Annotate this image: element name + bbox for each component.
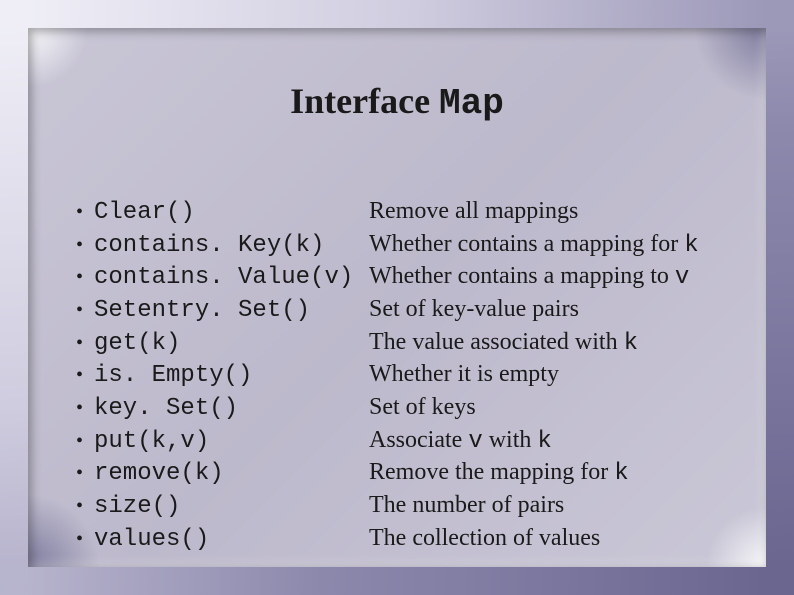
method-name: remove(k)	[94, 458, 369, 490]
list-item: • remove(k) Remove the mapping for k	[76, 457, 736, 490]
bullet-icon: •	[76, 362, 94, 388]
method-desc: Remove all mappings	[369, 196, 736, 229]
bullet-icon: •	[76, 526, 94, 552]
title-prefix: Interface	[290, 81, 439, 121]
bullet-icon: •	[76, 199, 94, 225]
method-desc: Whether it is empty	[369, 359, 736, 392]
method-name: Setentry. Set()	[94, 295, 369, 327]
title-mono: Map	[439, 83, 504, 124]
slide: Interface Map • Clear() Remove all mappi…	[0, 0, 794, 595]
method-name: key. Set()	[94, 393, 369, 425]
method-desc: Whether contains a mapping for k	[369, 229, 736, 262]
method-name: contains. Key(k)	[94, 230, 369, 262]
bullet-icon: •	[76, 297, 94, 323]
list-item: • is. Empty() Whether it is empty	[76, 359, 736, 392]
method-desc: Set of key-value pairs	[369, 294, 736, 327]
list-item: • contains. Key(k) Whether contains a ma…	[76, 229, 736, 262]
method-desc: Whether contains a mapping to v	[369, 261, 736, 294]
method-name: is. Empty()	[94, 360, 369, 392]
method-name: Clear()	[94, 197, 369, 229]
method-name: put(k,v)	[94, 426, 369, 458]
method-name: size()	[94, 491, 369, 523]
bullet-icon: •	[76, 330, 94, 356]
list-item: • size() The number of pairs	[76, 490, 736, 523]
list-item: • Setentry. Set() Set of key-value pairs	[76, 294, 736, 327]
method-desc: The collection of values	[369, 523, 736, 556]
list-item: • key. Set() Set of keys	[76, 392, 736, 425]
bullet-icon: •	[76, 460, 94, 486]
method-desc: The number of pairs	[369, 490, 736, 523]
method-desc: The value associated with k	[369, 327, 736, 360]
method-name: values()	[94, 524, 369, 556]
method-desc: Set of keys	[369, 392, 736, 425]
list-item: • get(k) The value associated with k	[76, 327, 736, 360]
method-name: contains. Value(v)	[94, 262, 369, 294]
method-desc: Remove the mapping for k	[369, 457, 736, 490]
method-list: • Clear() Remove all mappings • contains…	[76, 196, 736, 555]
method-desc: Associate v with k	[369, 425, 736, 458]
bullet-icon: •	[76, 264, 94, 290]
list-item: • put(k,v) Associate v with k	[76, 425, 736, 458]
page-title: Interface Map	[28, 80, 766, 124]
bullet-icon: •	[76, 232, 94, 258]
method-name: get(k)	[94, 328, 369, 360]
bullet-icon: •	[76, 428, 94, 454]
list-item: • contains. Value(v) Whether contains a …	[76, 261, 736, 294]
list-item: • values() The collection of values	[76, 523, 736, 556]
bullet-icon: •	[76, 395, 94, 421]
list-item: • Clear() Remove all mappings	[76, 196, 736, 229]
bullet-icon: •	[76, 493, 94, 519]
